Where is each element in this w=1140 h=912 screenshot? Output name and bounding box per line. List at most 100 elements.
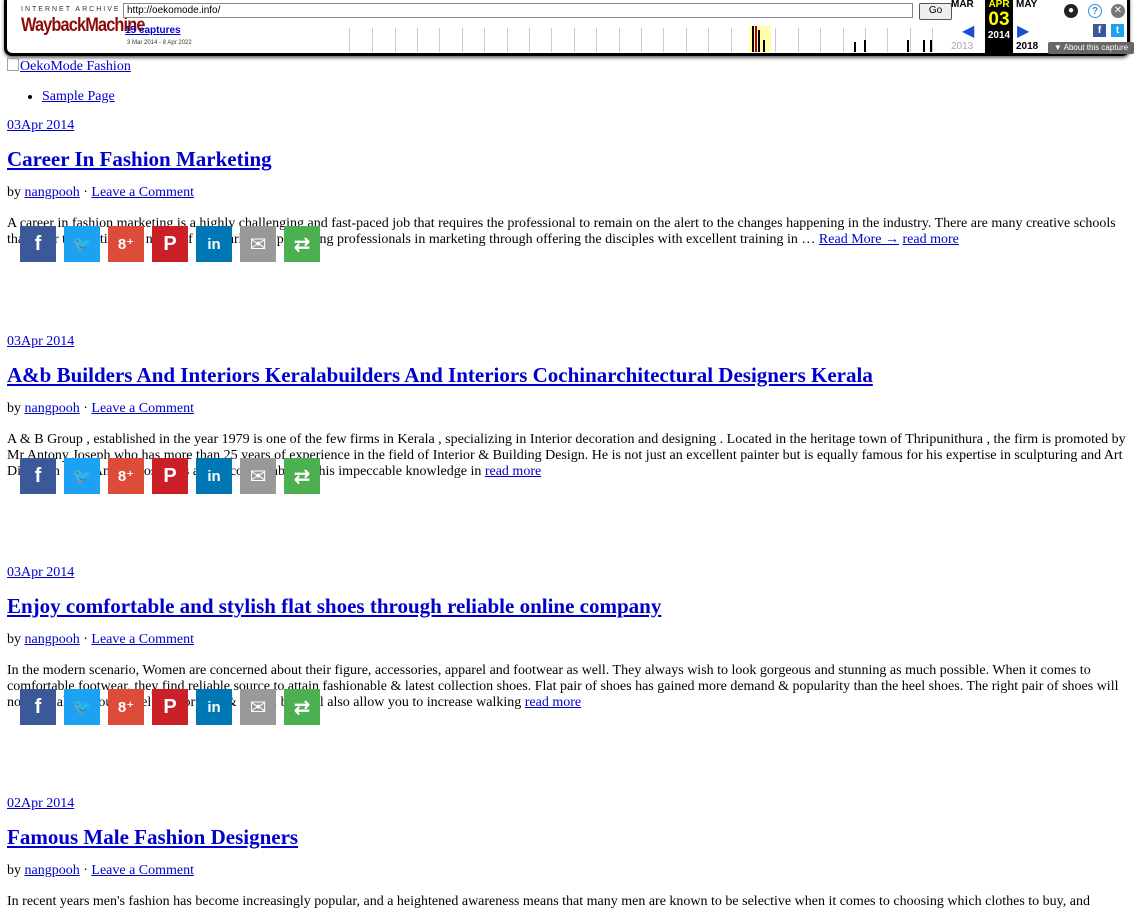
year-prev[interactable]: 2013 xyxy=(951,41,973,52)
leave-comment-link[interactable]: Leave a Comment xyxy=(91,401,194,416)
about-capture-button[interactable]: ▼ About this capture xyxy=(1048,42,1134,54)
read-more-link[interactable]: read more xyxy=(903,232,959,247)
post-date-link[interactable]: 03Apr 2014 xyxy=(7,334,74,349)
sparkline-tick xyxy=(910,28,911,52)
sparkline-tick xyxy=(887,28,888,52)
email-icon[interactable]: ✉ xyxy=(240,458,276,494)
sparkline-tick xyxy=(551,28,552,52)
read-more-link[interactable]: read more xyxy=(525,695,581,710)
sparkline-tick xyxy=(529,28,530,52)
email-icon[interactable]: ✉ xyxy=(240,226,276,262)
post-byline: by nangpooh · Leave a Comment xyxy=(7,863,194,879)
month-prev[interactable]: MAR xyxy=(951,0,974,10)
google-plus-icon[interactable]: 8⁺ xyxy=(108,458,144,494)
post-byline: by nangpooh · Leave a Comment xyxy=(7,185,194,201)
post-date-link[interactable]: 02Apr 2014 xyxy=(7,796,74,811)
twitter-icon[interactable]: 🐦 xyxy=(64,689,100,725)
more-share-icon[interactable]: ⇄ xyxy=(284,458,320,494)
sparkline-tick xyxy=(708,28,709,52)
byline-separator: · xyxy=(83,863,88,878)
byline-prefix: by xyxy=(7,401,21,416)
site-logo[interactable]: OekoMode Fashion xyxy=(7,58,1131,75)
author-link[interactable]: nangpooh xyxy=(25,632,80,647)
sparkline-tick xyxy=(619,28,620,52)
byline-separator: · xyxy=(83,185,88,200)
author-link[interactable]: nangpooh xyxy=(25,863,80,878)
sparkline-capture-bar[interactable] xyxy=(923,40,925,52)
capture-sparkline[interactable] xyxy=(345,26,949,52)
sparkline-tick xyxy=(843,28,844,52)
close-icon[interactable]: ✕ xyxy=(1111,4,1125,18)
leave-comment-link[interactable]: Leave a Comment xyxy=(91,632,194,647)
post-date-link[interactable]: 03Apr 2014 xyxy=(7,565,74,580)
post-date-link[interactable]: 03Apr 2014 xyxy=(7,118,74,133)
year-next[interactable]: 2018 xyxy=(1016,41,1038,52)
post-title-link[interactable]: Famous Male Fashion Designers xyxy=(7,825,298,849)
post-title: A&b Builders And Interiors Keralabuilder… xyxy=(7,362,873,388)
user-icon[interactable]: ● xyxy=(1064,4,1078,18)
url-input[interactable]: http://oekomode.info/ xyxy=(123,3,913,18)
sparkline-tick xyxy=(731,28,732,52)
sparkline-tick xyxy=(686,28,687,52)
post-title-link[interactable]: Career In Fashion Marketing xyxy=(7,147,272,171)
pinterest-icon[interactable]: P xyxy=(152,458,188,494)
google-plus-icon[interactable]: 8⁺ xyxy=(108,226,144,262)
sparkline-capture-bar[interactable] xyxy=(758,30,760,52)
twitter-icon[interactable]: 🐦 xyxy=(64,458,100,494)
leave-comment-link[interactable]: Leave a Comment xyxy=(91,185,194,200)
twitter-share-icon[interactable]: t xyxy=(1111,24,1124,37)
byline-separator: · xyxy=(83,401,88,416)
byline-prefix: by xyxy=(7,185,21,200)
next-capture-arrow-icon[interactable]: ▶ xyxy=(1017,21,1029,41)
twitter-icon[interactable]: 🐦 xyxy=(64,226,100,262)
author-link[interactable]: nangpooh xyxy=(25,401,80,416)
page-content: OekoMode Fashion Sample Page xyxy=(7,57,1131,105)
sparkline-capture-bar[interactable] xyxy=(755,26,757,52)
pinterest-icon[interactable]: P xyxy=(152,689,188,725)
sparkline-capture-bar[interactable] xyxy=(854,42,856,52)
more-share-icon[interactable]: ⇄ xyxy=(284,689,320,725)
sparkline-capture-bar[interactable] xyxy=(907,40,909,52)
sparkline-capture-bar[interactable] xyxy=(930,40,932,52)
linkedin-icon[interactable]: in xyxy=(196,689,232,725)
google-plus-icon[interactable]: 8⁺ xyxy=(108,689,144,725)
broken-image-icon xyxy=(7,58,19,71)
read-more-arrow-link[interactable]: Read More → xyxy=(819,232,899,247)
prev-capture-arrow-icon[interactable]: ◀ xyxy=(962,21,974,41)
sparkline-tick xyxy=(596,28,597,52)
sparkline-capture-bar[interactable] xyxy=(763,40,765,52)
author-link[interactable]: nangpooh xyxy=(25,185,80,200)
facebook-share-icon[interactable]: f xyxy=(1093,24,1106,37)
share-bar: f 🐦 8⁺ Pin ✉ ⇄ xyxy=(20,689,320,725)
post-title-link[interactable]: A&b Builders And Interiors Keralabuilder… xyxy=(7,363,873,387)
post-title-link[interactable]: Enjoy comfortable and stylish flat shoes… xyxy=(7,594,661,618)
sparkline-tick xyxy=(349,28,350,52)
site-logo-alt-link[interactable]: OekoMode Fashion xyxy=(20,59,131,74)
sparkline-tick xyxy=(395,28,396,52)
pinterest-icon[interactable]: P xyxy=(152,226,188,262)
captures-link[interactable]: 15 captures xyxy=(125,25,181,36)
day-current: 03 xyxy=(988,9,1010,30)
post-title: Career In Fashion Marketing xyxy=(7,146,272,172)
post-title: Enjoy comfortable and stylish flat shoes… xyxy=(7,593,661,619)
sparkline-capture-bar[interactable] xyxy=(752,26,754,52)
help-icon[interactable]: ? xyxy=(1088,4,1102,18)
leave-comment-link[interactable]: Leave a Comment xyxy=(91,863,194,878)
wayback-toolbar: INTERNET ARCHIVE WaybackMachine http://o… xyxy=(0,0,1140,60)
facebook-icon[interactable]: f xyxy=(20,458,56,494)
sparkline-capture-bar[interactable] xyxy=(864,40,866,52)
go-button[interactable]: Go xyxy=(919,3,952,20)
facebook-icon[interactable]: f xyxy=(20,226,56,262)
read-more-link[interactable]: read more xyxy=(485,464,541,479)
menu-link-sample-page[interactable]: Sample Page xyxy=(42,89,115,104)
email-icon[interactable]: ✉ xyxy=(240,689,276,725)
more-share-icon[interactable]: ⇄ xyxy=(284,226,320,262)
month-next[interactable]: MAY xyxy=(1016,0,1037,10)
linkedin-icon[interactable]: in xyxy=(196,226,232,262)
byline-prefix: by xyxy=(7,863,21,878)
sparkline-tick xyxy=(439,28,440,52)
linkedin-icon[interactable]: in xyxy=(196,458,232,494)
sparkline-tick xyxy=(798,28,799,52)
facebook-icon[interactable]: f xyxy=(20,689,56,725)
post-excerpt: In recent years men's fashion has become… xyxy=(7,894,1131,910)
